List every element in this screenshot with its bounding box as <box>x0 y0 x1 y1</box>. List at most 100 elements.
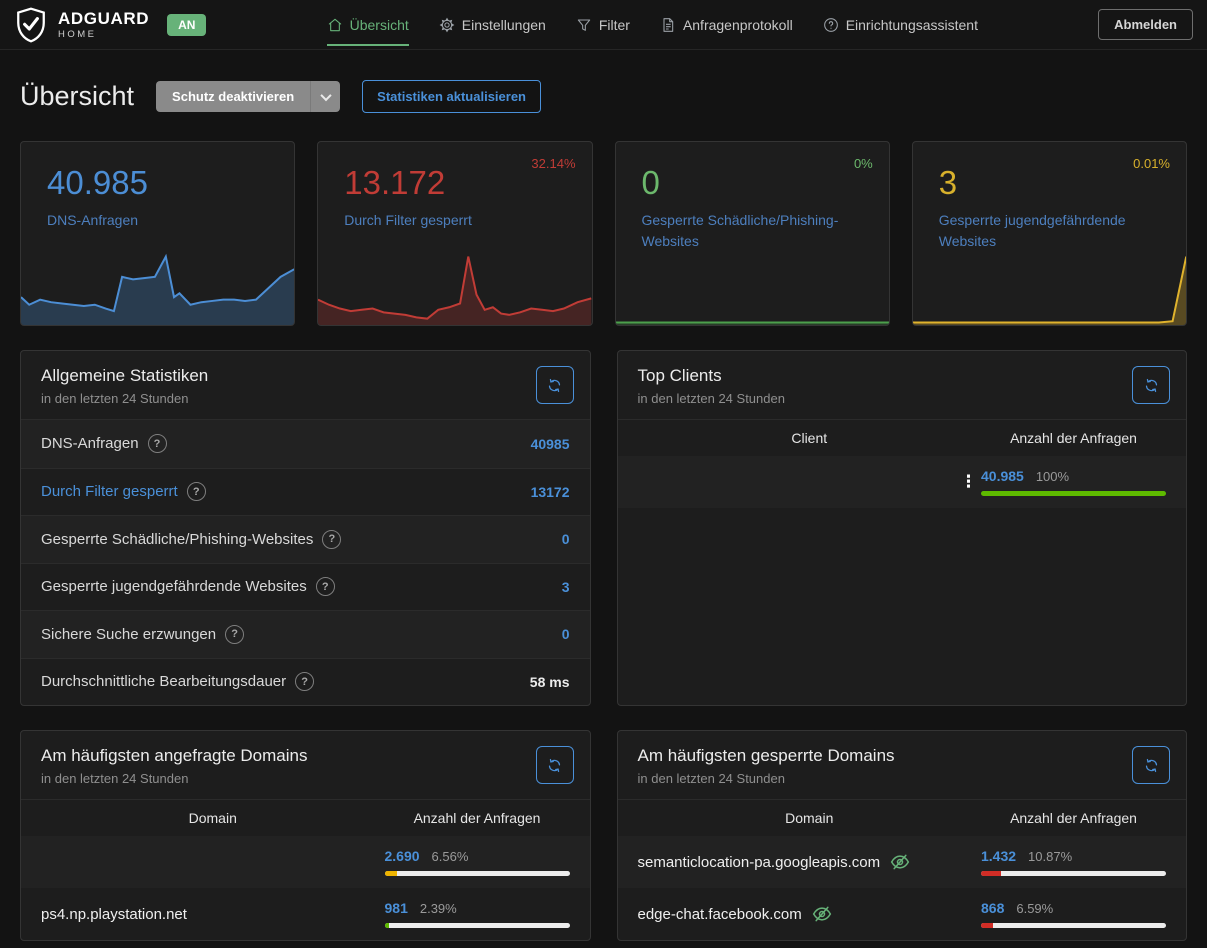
panel-subtitle: in den letzten 24 Stunden <box>41 391 570 406</box>
panel-title: Am häufigsten angefragte Domains <box>41 746 570 766</box>
refresh-button[interactable] <box>536 746 574 784</box>
usage-bar <box>981 923 1166 928</box>
stat-label-link[interactable]: Gesperrte Schädliche/Phishing-Websites <box>642 210 871 252</box>
nav-label: Filter <box>599 17 630 33</box>
sparkline-chart <box>21 249 294 325</box>
stat-row-value[interactable]: 0 <box>562 626 570 642</box>
refresh-button[interactable] <box>1132 746 1170 784</box>
kebab-menu-icon[interactable]: ⋮ <box>956 472 981 492</box>
protection-status-badge: AN <box>167 14 206 36</box>
table-row: ⋮ 40.985 100% <box>618 456 1187 508</box>
adguard-home-logo: ADGUARD HOME AN <box>14 6 206 44</box>
stat-row-label: Gesperrte Schädliche/Phishing-Websites ? <box>41 530 341 549</box>
stat-cards-row: 40.985 DNS-Anfragen 32.14% 13.172 Durch … <box>20 141 1187 326</box>
stat-label-link[interactable]: Gesperrte jugendgefährdende Websites <box>939 210 1168 252</box>
page-title: Übersicht <box>20 81 134 112</box>
domain-cell: edge-chat.facebook.com <box>638 904 982 924</box>
nav-item-anfragenprotokoll[interactable]: Anfragenprotokoll <box>660 0 793 50</box>
table-row: semanticlocation-pa.googleapis.com 1.432 <box>618 836 1187 888</box>
gear-icon <box>439 17 455 33</box>
home-icon <box>327 17 343 33</box>
top-navbar: ADGUARD HOME AN Übersicht Einstellungen … <box>0 0 1207 50</box>
table-row: Durchschnittliche Bearbeitungsdauer ? 58… <box>21 658 590 706</box>
column-header-domain: Domain <box>638 810 982 826</box>
nav-label: Anfragenprotokoll <box>683 17 793 33</box>
help-icon[interactable]: ? <box>148 434 167 453</box>
usage-bar <box>385 871 570 876</box>
stat-row-label: Gesperrte jugendgefährdende Websites ? <box>41 577 335 596</box>
disable-protection-button[interactable]: Schutz deaktivieren <box>156 81 310 112</box>
filter-icon <box>576 17 592 33</box>
nav-label: Übersicht <box>350 17 409 33</box>
table-header: Domain Anzahl der Anfragen <box>21 800 590 836</box>
logout-button[interactable]: Abmelden <box>1098 9 1193 40</box>
top-clients-panel: Top Clients in den letzten 24 Stunden Cl… <box>617 350 1188 706</box>
nav-item-filter[interactable]: Filter <box>576 0 630 50</box>
help-icon[interactable]: ? <box>322 530 341 549</box>
refresh-statistics-button[interactable]: Statistiken aktualisieren <box>362 80 541 113</box>
request-count-link[interactable]: 868 <box>981 900 1004 916</box>
request-percent: 6.56% <box>432 849 469 864</box>
stat-row-value[interactable]: 0 <box>562 531 570 547</box>
request-count-link[interactable]: 1.432 <box>981 848 1016 864</box>
table-row: DNS-Anfragen ? 40985 <box>21 420 590 468</box>
help-icon[interactable]: ? <box>316 577 335 596</box>
table-row: edge-chat.facebook.com 868 6.5 <box>618 888 1187 940</box>
column-header-domain: Domain <box>41 810 385 826</box>
help-icon[interactable]: ? <box>187 482 206 501</box>
usage-bar <box>981 491 1166 496</box>
nav-item-uebersicht[interactable]: Übersicht <box>327 0 409 50</box>
request-count-link[interactable]: 40.985 <box>981 468 1024 484</box>
request-percent: 2.39% <box>420 901 457 916</box>
stat-percent: 0.01% <box>1133 156 1170 171</box>
nav-label: Einstellungen <box>462 17 546 33</box>
help-icon[interactable]: ? <box>295 672 314 691</box>
help-icon[interactable]: ? <box>225 625 244 644</box>
stat-label-link[interactable]: Durch Filter gesperrt <box>344 210 573 231</box>
count-cell: 1.432 10.87% <box>981 848 1166 876</box>
stat-value: 40.985 <box>47 164 276 202</box>
stat-percent: 0% <box>854 156 873 171</box>
domain-cell: ps4.np.playstation.net <box>41 906 385 923</box>
brand-name: ADGUARD <box>58 10 149 27</box>
column-header-count: Anzahl der Anfragen <box>981 430 1166 446</box>
table-row: Sichere Suche erzwungen ? 0 <box>21 610 590 658</box>
request-percent: 100% <box>1036 469 1069 484</box>
general-statistics-panel: Allgemeine Statistiken in den letzten 24… <box>20 350 591 706</box>
unblock-eye-slash-icon[interactable] <box>812 904 832 924</box>
top-blocked-domains-panel: Am häufigsten gesperrte Domains in den l… <box>617 730 1188 941</box>
refresh-icon <box>1144 758 1159 773</box>
table-header: Client Anzahl der Anfragen <box>618 420 1187 456</box>
panel-title: Allgemeine Statistiken <box>41 366 570 386</box>
unblock-eye-slash-icon[interactable] <box>890 852 910 872</box>
stat-card-jugendgefaehrdende-websites: 0.01% 3 Gesperrte jugendgefährdende Webs… <box>912 141 1187 326</box>
count-cell: 40.985 100% <box>981 468 1166 496</box>
top-clients-table: Client Anzahl der Anfragen ⋮ 40.985 100% <box>618 419 1187 508</box>
sparkline-chart <box>616 249 889 325</box>
request-count-link[interactable]: 981 <box>385 900 408 916</box>
stat-row-label-link[interactable]: Durch Filter gesperrt ? <box>41 482 206 501</box>
request-count-link[interactable]: 2.690 <box>385 848 420 864</box>
nav-item-einrichtungsassistent[interactable]: Einrichtungsassistent <box>823 0 978 50</box>
top-queried-domains-panel: Am häufigsten angefragte Domains in den … <box>20 730 591 941</box>
stat-row-value[interactable]: 40985 <box>531 436 570 452</box>
stat-label-link[interactable]: DNS-Anfragen <box>47 210 276 231</box>
count-cell: 868 6.59% <box>981 900 1166 928</box>
refresh-button[interactable] <box>536 366 574 404</box>
table-header: Domain Anzahl der Anfragen <box>618 800 1187 836</box>
usage-bar <box>385 923 570 928</box>
disable-protection-dropdown[interactable] <box>310 81 340 112</box>
nav-item-einstellungen[interactable]: Einstellungen <box>439 0 546 50</box>
sparkline-chart <box>913 249 1186 325</box>
stat-card-dns-anfragen: 40.985 DNS-Anfragen <box>20 141 295 326</box>
panel-subtitle: in den letzten 24 Stunden <box>41 771 570 786</box>
disable-protection-split-button: Schutz deaktivieren <box>156 81 340 112</box>
refresh-button[interactable] <box>1132 366 1170 404</box>
stat-row-value[interactable]: 13172 <box>531 484 570 500</box>
count-cell: 2.690 6.56% <box>385 848 570 876</box>
request-percent: 10.87% <box>1028 849 1072 864</box>
top-queried-domains-table: Domain Anzahl der Anfragen 2.690 6.56% <box>21 799 590 940</box>
stat-row-value: 58 ms <box>530 674 570 690</box>
refresh-icon <box>1144 378 1159 393</box>
stat-row-value[interactable]: 3 <box>562 579 570 595</box>
